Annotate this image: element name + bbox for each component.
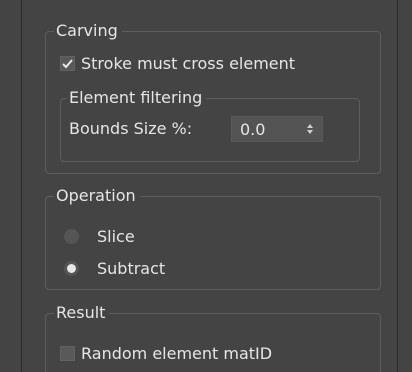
result-group-title: Result bbox=[54, 303, 110, 323]
stroke-must-cross-checkbox[interactable] bbox=[60, 56, 75, 71]
element-filtering-group: Element filtering Bounds Size %: bbox=[60, 88, 360, 162]
operation-group: Operation Slice Subtract bbox=[45, 186, 381, 290]
spinner-arrows-icon[interactable] bbox=[302, 124, 318, 134]
bounds-size-spinner[interactable] bbox=[231, 116, 323, 142]
spin-up-icon[interactable] bbox=[307, 124, 313, 128]
carving-group: Carving Stroke must cross element Elemen… bbox=[45, 21, 381, 174]
subtract-option[interactable]: Subtract bbox=[64, 259, 165, 278]
stroke-must-cross-row[interactable]: Stroke must cross element bbox=[60, 54, 295, 73]
rollout-frame: Carving Stroke must cross element Elemen… bbox=[0, 0, 412, 372]
subtract-radio[interactable] bbox=[64, 261, 79, 276]
carving-panel: Carving Stroke must cross element Elemen… bbox=[22, 0, 397, 372]
random-matid-checkbox[interactable] bbox=[60, 346, 75, 361]
operation-group-title: Operation bbox=[54, 186, 140, 206]
carving-group-title: Carving bbox=[54, 21, 122, 41]
random-matid-row[interactable]: Random element matID bbox=[60, 344, 272, 363]
subtract-label: Subtract bbox=[97, 259, 166, 278]
right-scroll-edge bbox=[397, 0, 412, 372]
result-group: Result Random element matID bbox=[45, 303, 381, 372]
checkmark-icon bbox=[62, 58, 73, 68]
random-matid-label: Random element matID bbox=[81, 344, 273, 363]
stroke-must-cross-label: Stroke must cross element bbox=[81, 54, 296, 73]
spin-down-icon[interactable] bbox=[307, 130, 313, 134]
bounds-size-input[interactable] bbox=[232, 119, 300, 139]
bounds-size-label: Bounds Size %: bbox=[69, 119, 193, 138]
slice-option[interactable]: Slice bbox=[64, 227, 135, 246]
slice-radio[interactable] bbox=[64, 229, 79, 244]
bounds-size-label-row: Bounds Size %: bbox=[69, 119, 192, 138]
left-scroll-edge bbox=[0, 0, 22, 372]
element-filtering-title: Element filtering bbox=[67, 88, 207, 108]
slice-label: Slice bbox=[97, 227, 135, 246]
